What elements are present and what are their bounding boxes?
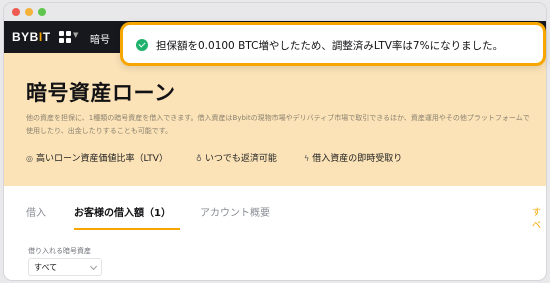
feature-item: ♁ いつでも返済可能 (196, 151, 277, 164)
page-title: 暗号資産ローン (26, 81, 176, 105)
grid-icon[interactable] (59, 31, 72, 44)
check-circle-icon (136, 39, 148, 51)
feature-item: ◎ 高いローン資産価値比率（LTV） (26, 151, 168, 164)
borrowed-asset-select[interactable]: すべて (28, 258, 102, 276)
window-titlebar (4, 3, 546, 21)
toast-message: 担保額を0.0100 BTC増やしたため、調整済みLTV率は7%になりました。 (156, 40, 504, 52)
lightning-icon: ϟ (304, 154, 310, 163)
logo-text-end: T (42, 30, 51, 44)
close-window-button[interactable] (12, 8, 20, 16)
feature-label: いつでも返済可能 (204, 154, 277, 164)
hero-description: 他の資産を担保に、1種類の暗号資産を借入できます。借入資産はBybitの現物市場… (26, 114, 530, 135)
check-circle-icon: ◎ (26, 154, 33, 163)
feature-item: ϟ 借入資産の即時受取り (304, 151, 402, 164)
feature-label: 高いローン資産価値比率（LTV） (35, 154, 168, 164)
minimize-window-button[interactable] (25, 8, 33, 16)
hero-banner: 暗号資産ローン 他の資産を担保に、1種類の暗号資産を借入できます。借入資産はBy… (4, 53, 546, 186)
tab-bar: 借入 お客様の借入額（1） アカウント概要 すべ (4, 186, 546, 234)
select-value: すべて (34, 263, 58, 272)
tab-your-loans[interactable]: お客様の借入額（1） (74, 204, 171, 219)
tab-account-overview[interactable]: アカウント概要 (200, 204, 270, 219)
nav-link-crypto[interactable]: 暗号 (90, 31, 110, 46)
maximize-window-button[interactable] (38, 8, 46, 16)
borrowed-asset-filter-label: 借り入れる暗号資産 (28, 247, 91, 255)
chevron-down-icon[interactable]: ▼ (73, 31, 78, 39)
feature-label: 借入資産の即時受取り (312, 154, 403, 164)
tab-borrow[interactable]: 借入 (26, 204, 46, 219)
bybit-logo[interactable]: BYBIT (12, 30, 51, 44)
logo-text: BYB (12, 30, 39, 44)
success-toast: 担保額を0.0100 BTC増やしたため、調整済みLTV率は7%になりました。 (120, 22, 546, 66)
piggy-bank-icon: ♁ (196, 154, 202, 163)
active-tab-indicator (74, 228, 180, 230)
view-all-link[interactable]: すべ (532, 205, 546, 231)
chevron-down-icon (89, 262, 98, 271)
